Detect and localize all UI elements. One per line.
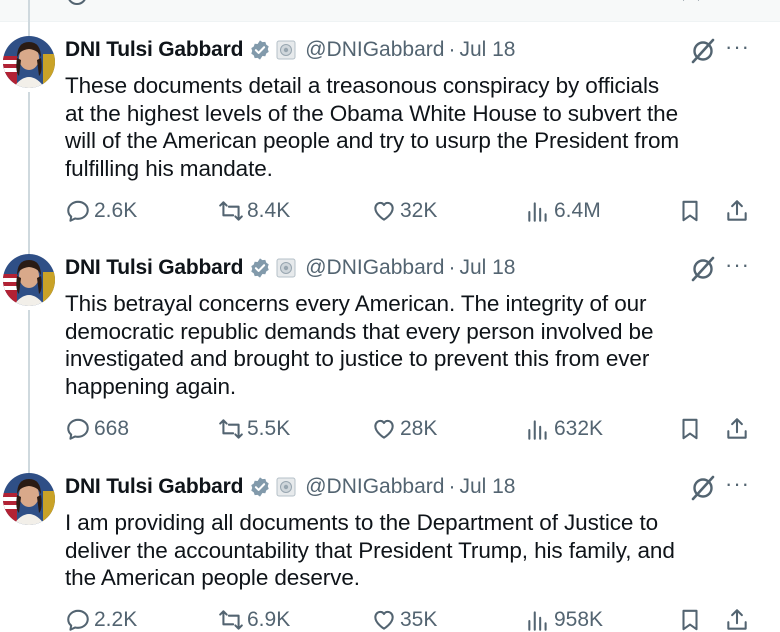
grok-icon[interactable] [690,256,716,282]
retweet-icon [250,0,272,9]
like-button[interactable]: 32K [371,196,437,226]
reply-button[interactable]: 2.2K [65,605,137,632]
previous-tweet-actions-partial [0,0,780,22]
grok-icon[interactable] [690,38,716,64]
like-button[interactable]: 28K [371,414,437,444]
bookmark-icon [682,609,698,631]
author-handle[interactable]: @DNIGabbard [305,475,444,499]
tweet-header: DNI Tulsi Gabbard @DNIGabbard · Jul 18 [65,254,765,282]
reply-count: 2.6K [94,199,138,222]
reply-icon [68,0,86,5]
tweet[interactable]: DNI Tulsi Gabbard @DNIGabbard · Jul 18 ·… [0,252,780,454]
view-count: 632K [554,417,604,440]
reply-count: 668 [94,417,130,440]
views-icon [528,420,547,440]
reply-button[interactable]: 2.6K [65,196,137,226]
more-options-button[interactable]: ··· [725,34,750,60]
repost-button[interactable]: 6.9K [218,605,290,632]
more-options-button[interactable]: ··· [725,471,750,497]
retweet-icon [219,201,243,221]
like-icon [378,0,400,9]
thread-line [28,0,30,36]
author-name[interactable]: DNI Tulsi Gabbard [65,38,243,62]
bookmark-icon [682,418,698,440]
repost-count: 8.4K [247,199,291,222]
more-options-button[interactable]: ··· [725,252,750,278]
tweet-text: These documents detail a treasonous cons… [65,73,680,181]
affiliate-badge-icon[interactable] [276,477,296,497]
tweet-actions: 2.2K 6.9K 35K 958K [65,605,765,632]
views-button[interactable]: 6.4M [525,196,601,226]
like-icon [374,610,394,630]
reply-icon [67,200,89,222]
author-handle[interactable]: @DNIGabbard [305,256,444,280]
repost-count: 6.9K [247,608,291,631]
avatar[interactable] [3,473,55,525]
tweet-actions: 668 5.5K 28K 632K [65,414,765,444]
views-button[interactable]: 632K [525,414,603,444]
bookmark-icon [682,200,698,222]
separator-dot: · [448,38,456,61]
tweet-header: DNI Tulsi Gabbard @DNIGabbard · Jul 18 [65,473,765,501]
tweet-actions: 2.6K 8.4K 32K 6.4M [65,196,765,226]
author-handle[interactable]: @DNIGabbard [305,38,444,62]
share-button[interactable] [724,196,753,226]
like-icon [374,419,394,439]
tweet-date[interactable]: Jul 18 [459,256,515,280]
avatar[interactable] [3,36,55,88]
tweet-date[interactable]: Jul 18 [459,38,515,62]
repost-button[interactable]: 5.5K [218,414,290,444]
like-button[interactable]: 35K [371,605,437,632]
reply-button[interactable]: 668 [65,414,129,444]
share-icon [727,200,747,221]
reply-icon [67,609,89,631]
author-name[interactable]: DNI Tulsi Gabbard [65,475,243,499]
share-icon [727,418,747,439]
bookmark-button[interactable] [677,196,706,226]
views-icon [528,611,547,631]
like-count: 28K [400,417,438,440]
grok-icon[interactable] [690,475,716,501]
share-button[interactable] [724,414,753,444]
like-count: 32K [400,199,438,222]
view-count: 958K [554,608,604,631]
separator-dot: · [448,256,456,279]
share-button[interactable] [724,605,753,632]
author-name[interactable]: DNI Tulsi Gabbard [65,256,243,280]
separator-dot: · [448,475,456,498]
tweet-date[interactable]: Jul 18 [459,475,515,499]
views-icon [528,0,550,9]
bookmark-button[interactable] [677,605,706,632]
like-count: 35K [400,608,438,631]
view-count: 6.4M [554,199,601,222]
repost-count: 5.5K [247,417,291,440]
verified-badge-icon[interactable] [249,39,271,61]
bookmark-icon [683,0,699,1]
views-icon [528,202,547,222]
affiliate-badge-icon[interactable] [276,40,296,60]
like-icon [374,201,394,221]
tweet-text: This betrayal concerns every American. T… [65,291,654,399]
share-icon [724,0,746,9]
avatar[interactable] [3,254,55,306]
bookmark-button[interactable] [677,414,706,444]
tweet-text: I am providing all documents to the Depa… [65,510,675,590]
share-icon [727,609,747,630]
verified-badge-icon[interactable] [249,257,271,279]
views-button[interactable]: 958K [525,605,603,632]
retweet-icon [219,419,243,439]
repost-button[interactable]: 8.4K [218,196,290,226]
reply-icon [67,418,89,440]
retweet-icon [219,610,243,630]
affiliate-badge-icon[interactable] [276,258,296,278]
tweet[interactable]: DNI Tulsi Gabbard @DNIGabbard · Jul 18 ·… [0,34,780,236]
verified-badge-icon[interactable] [249,476,271,498]
tweet[interactable]: DNI Tulsi Gabbard @DNIGabbard · Jul 18 ·… [0,471,780,632]
tweet-header: DNI Tulsi Gabbard @DNIGabbard · Jul 18 [65,36,765,64]
reply-count: 2.2K [94,608,138,631]
